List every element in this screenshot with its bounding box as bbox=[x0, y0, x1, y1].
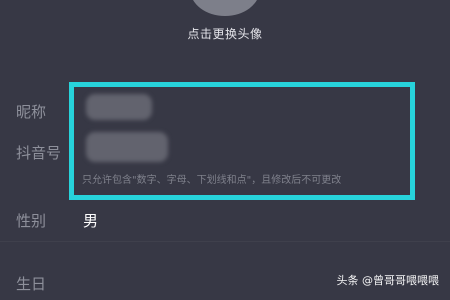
change-avatar-link[interactable]: 点击更换头像 bbox=[0, 25, 450, 42]
nickname-label: 昵称 bbox=[16, 103, 47, 121]
gender-label: 性别 bbox=[16, 212, 47, 230]
avatar[interactable] bbox=[190, 0, 260, 16]
profile-edit-screen: 点击更换头像 昵称 抖音号 只允许包含"数字、字母、下划线和点"，且修改后不可更… bbox=[0, 0, 450, 300]
birthday-label: 生日 bbox=[16, 275, 47, 293]
watermark: 头条 @曾哥哥喂喂喂 bbox=[336, 274, 440, 287]
douyin-id-label: 抖音号 bbox=[16, 144, 62, 162]
gender-value[interactable]: 男 bbox=[83, 210, 98, 231]
divider bbox=[0, 241, 450, 242]
highlight-frame bbox=[69, 82, 415, 200]
